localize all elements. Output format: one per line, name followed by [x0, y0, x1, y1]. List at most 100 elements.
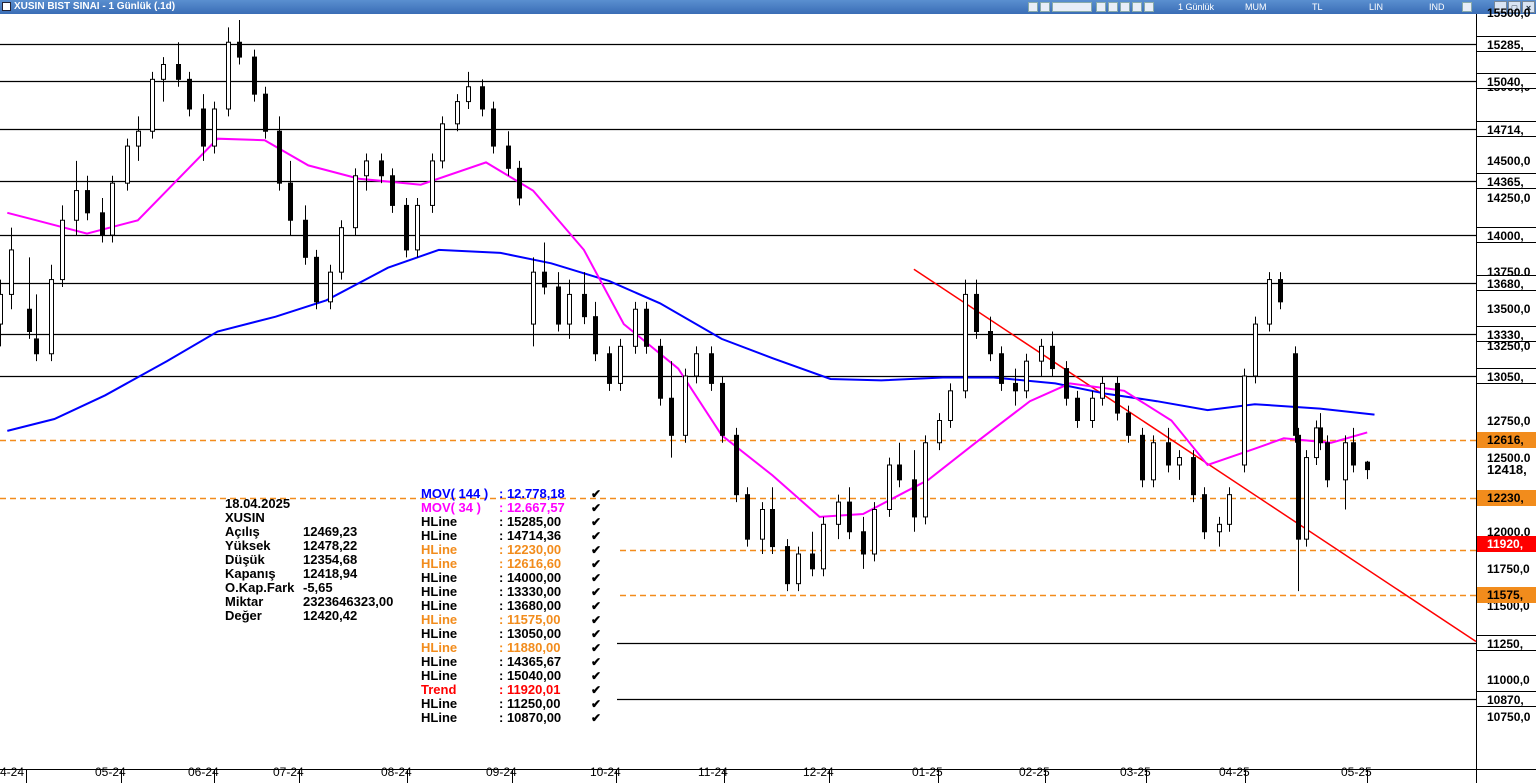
app-icon: [2, 2, 11, 11]
option-period[interactable]: 1 Günlük: [1178, 0, 1214, 14]
check-icon[interactable]: ✔: [591, 501, 601, 515]
candle-body: [125, 145, 130, 184]
date-tick-label: 12-24: [803, 765, 834, 779]
candle-body: [607, 353, 612, 384]
candle-body: [364, 160, 369, 177]
legend-name: HLine: [421, 556, 458, 571]
check-icon[interactable]: ✔: [591, 683, 601, 697]
check-icon[interactable]: ✔: [591, 599, 601, 613]
candle-body: [353, 175, 358, 229]
hline-price-label: 11250,: [1477, 635, 1536, 651]
legend-value: : 13330,00: [499, 584, 562, 599]
price-tick-label: 14250,0: [1487, 191, 1531, 205]
price-tick-label: 12750,0: [1487, 413, 1531, 428]
date-tick-label: 08-24: [381, 765, 412, 779]
hline-price-label: 15040,: [1477, 72, 1536, 89]
toolbar-icon-2[interactable]: [1040, 2, 1050, 12]
candle: [353, 168, 358, 236]
candle-body: [85, 190, 90, 214]
check-icon[interactable]: ✔: [591, 641, 601, 655]
candle-body: [110, 182, 115, 236]
candle-body: [1166, 442, 1171, 466]
info-label: Miktar: [225, 594, 264, 609]
price-chart[interactable]: [0, 14, 1536, 783]
legend-value: : 15040,00: [499, 668, 562, 683]
check-icon[interactable]: ✔: [591, 487, 601, 501]
hline-price-label: 13330,: [1477, 326, 1536, 343]
candle-body: [1024, 360, 1029, 392]
price-tick-label: 10750,0: [1487, 710, 1531, 725]
toolbar-icon-5[interactable]: [1120, 2, 1130, 12]
option-indicator[interactable]: IND: [1429, 0, 1445, 14]
candle: [339, 220, 344, 280]
candle: [440, 116, 445, 169]
legend-value: : 11880,00: [499, 640, 561, 655]
check-icon[interactable]: ✔: [591, 669, 601, 683]
lock-icon[interactable]: [1462, 2, 1472, 12]
check-icon[interactable]: ✔: [591, 557, 601, 571]
option-scale[interactable]: LIN: [1369, 0, 1383, 14]
candle-body: [404, 204, 409, 251]
legend-name: HLine: [421, 668, 458, 683]
candle-body: [1304, 457, 1309, 540]
candle: [150, 71, 155, 139]
candle: [734, 427, 739, 503]
plot-area: [0, 14, 1476, 769]
toolbar-icon-3[interactable]: [1096, 2, 1106, 12]
check-icon[interactable]: ✔: [591, 655, 601, 669]
candle-body: [618, 345, 623, 384]
legend-name: HLine: [421, 710, 458, 725]
candle-body: [430, 160, 435, 206]
candle: [658, 338, 663, 406]
candle-body: [379, 160, 384, 177]
candle: [963, 279, 968, 399]
candle: [1253, 316, 1258, 384]
candle-body: [415, 204, 420, 251]
option-currency[interactable]: TL: [1312, 0, 1323, 14]
candle-body: [161, 64, 166, 80]
candle-body: [1177, 457, 1182, 466]
candle: [1242, 368, 1247, 473]
check-icon[interactable]: ✔: [591, 613, 601, 627]
candle-body: [999, 353, 1004, 384]
candle-body: [694, 353, 699, 377]
candle-body: [582, 293, 587, 318]
candle-body: [669, 397, 674, 436]
check-icon[interactable]: ✔: [591, 697, 601, 711]
candle-body: [847, 501, 852, 533]
legend-value: : 10870,00: [499, 710, 562, 725]
candle-body: [567, 293, 572, 325]
date-tick-label: 10-24: [590, 765, 621, 779]
candle: [1202, 487, 1207, 540]
candle-body: [937, 420, 942, 444]
info-value: -5,65: [303, 580, 333, 595]
candle-body: [252, 56, 257, 95]
candle-body: [912, 479, 917, 518]
candle: [49, 264, 54, 362]
candle-body: [1227, 494, 1232, 525]
toolbar-icon-6[interactable]: [1132, 2, 1142, 12]
legend-value: : 13050,00: [499, 626, 562, 641]
check-icon[interactable]: ✔: [591, 585, 601, 599]
info-label: Açılış: [225, 524, 260, 539]
check-icon[interactable]: ✔: [591, 571, 601, 585]
toolbar-icon-4[interactable]: [1108, 2, 1118, 12]
check-icon[interactable]: ✔: [591, 543, 601, 557]
toolbar-search-box[interactable]: [1052, 2, 1092, 12]
candle: [415, 198, 420, 258]
info-value: 2323646323,00: [303, 594, 394, 609]
candle-body: [1325, 442, 1330, 481]
check-icon[interactable]: ✔: [591, 711, 601, 725]
toolbar-icon-7[interactable]: [1144, 2, 1154, 12]
candle-body: [1151, 442, 1156, 481]
legend-value: : 15285,00: [499, 514, 562, 529]
check-icon[interactable]: ✔: [591, 529, 601, 543]
date-tick-label: 03-25: [1120, 765, 1151, 779]
check-icon[interactable]: ✔: [591, 515, 601, 529]
legend-name: HLine: [421, 626, 458, 641]
candle: [785, 539, 790, 592]
option-candle[interactable]: MUM: [1245, 0, 1267, 14]
toolbar-icon-1[interactable]: [1028, 2, 1038, 12]
info-value: 12478,22: [303, 538, 358, 553]
check-icon[interactable]: ✔: [591, 627, 601, 641]
